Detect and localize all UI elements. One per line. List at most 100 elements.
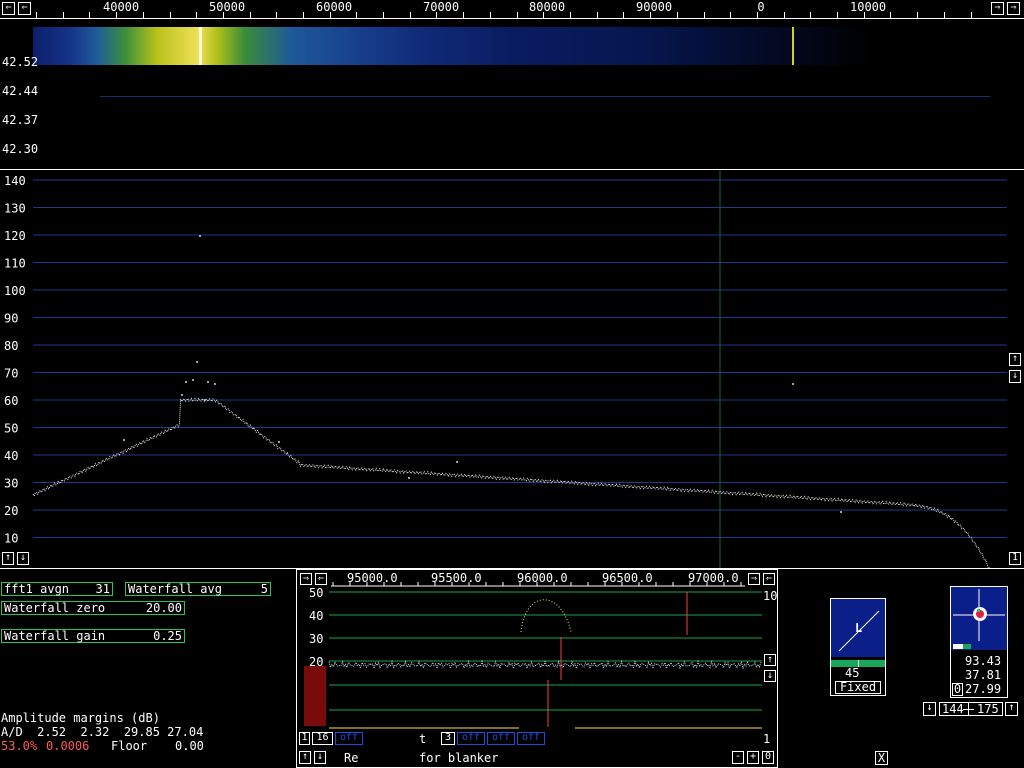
waterfall-trace	[100, 96, 990, 97]
meter-l-panel[interactable]: L 45 Fixed	[830, 598, 886, 696]
bb-y-tick-label: 40	[309, 609, 323, 623]
top-axis-tick-label: 80000	[529, 0, 566, 14]
spectrum-corner-button[interactable]: 1	[1009, 552, 1021, 565]
top-axis-tick	[944, 12, 945, 18]
range-up-button[interactable]: ↑	[1005, 702, 1018, 716]
bb-x-tick-label: 96500.0	[602, 571, 653, 585]
y-tick-label: 20	[4, 504, 18, 518]
top-axis-tick	[36, 12, 37, 18]
bb-left-arrow-2[interactable]: ⇐	[763, 573, 775, 585]
bb-x-tick-label: 95000.0	[347, 571, 398, 585]
spectrum-point	[207, 381, 209, 383]
bb-right-label-10: 10	[763, 589, 777, 603]
top-axis-tick	[623, 12, 624, 18]
fft1-avgn-control[interactable]: fft1 avgn 31	[1, 582, 113, 596]
top-axis-tick	[890, 12, 891, 18]
bb-row1-off4[interactable]: off	[517, 732, 545, 745]
top-axis-tick-label: 70000	[423, 0, 460, 14]
bb-x-tick-label: 97000.0	[688, 571, 739, 585]
scroll-right-button[interactable]: ⇒	[991, 2, 1004, 15]
meter-l-mode-button[interactable]: Fixed	[835, 681, 881, 694]
scroll-left-button[interactable]: ⇐	[2, 2, 15, 15]
bb-row1-btn16[interactable]: 16	[312, 732, 333, 745]
top-axis-tick	[410, 12, 411, 18]
top-axis-tick	[196, 12, 197, 18]
top-axis-tick	[89, 12, 90, 18]
top-axis-tick-label: 0	[757, 0, 765, 14]
bb-row2-down[interactable]: ↓	[314, 751, 326, 764]
spectrum-trace	[32, 397, 991, 568]
scroll-left-button-2[interactable]: ⇐	[18, 2, 31, 15]
spectrum-up-button[interactable]: ↑	[1009, 353, 1021, 366]
waterfall-avg-control[interactable]: Waterfall avg 5	[125, 582, 271, 596]
bb-y-tick-label: 50	[309, 586, 323, 600]
waterfall-zero-value: 20.00	[145, 601, 182, 615]
spectrum-point	[840, 511, 842, 513]
bb-row1-off2[interactable]: off	[457, 732, 485, 745]
top-axis-tick	[463, 12, 464, 18]
bb-up-button[interactable]: ↑	[764, 654, 776, 666]
waterfall-time-1: 42.44	[2, 84, 39, 98]
top-axis-tick	[730, 12, 731, 18]
y-tick-label: 70	[4, 367, 18, 381]
bb-row1-off3[interactable]: off	[487, 732, 515, 745]
waterfall-time-3: 42.30	[2, 142, 39, 156]
y-tick-label: 90	[4, 312, 18, 326]
bb-down-button[interactable]: ↓	[764, 670, 776, 682]
y-tick-label: 110	[4, 257, 26, 271]
top-axis-tick	[116, 12, 117, 18]
top-axis-tick	[303, 12, 304, 18]
waterfall-peak-line	[199, 27, 202, 65]
bb-row1-off1[interactable]: off	[335, 732, 363, 745]
bb-row2-zero[interactable]: 0	[762, 751, 774, 764]
waterfall-panel[interactable]: 42.52 42.44 42.37 42.30	[0, 19, 1024, 170]
waterfall-marker	[792, 27, 794, 65]
spectrum-point	[196, 361, 198, 363]
waterfall-gain-control[interactable]: Waterfall gain 0.25	[1, 629, 185, 643]
bb-row2-plus[interactable]: +	[747, 751, 759, 764]
bb-right-arrow-1[interactable]: ⇒	[300, 573, 312, 585]
meter-l-value: 45	[845, 666, 860, 680]
waterfall-time-2: 42.37	[2, 113, 39, 127]
top-axis-tick-label: 50000	[209, 0, 246, 14]
meter-r-face	[951, 587, 1007, 643]
baseband-panel[interactable]: 95000.0 95500.0 96000.0 96500.0 97000.0 50 40 3…	[296, 569, 778, 768]
bb-row1-3[interactable]: 3	[441, 732, 455, 745]
top-axis-tick	[517, 12, 518, 18]
meter-r-panel[interactable]: 93.43 37.81 0 27.99	[950, 586, 1008, 698]
waterfall-zero-control[interactable]: Waterfall zero 20.00	[1, 601, 185, 615]
top-axis-tick	[170, 12, 171, 18]
close-button[interactable]: X	[875, 751, 888, 765]
top-axis-tick-label: 10000	[850, 0, 887, 14]
top-axis-tick	[330, 12, 331, 18]
top-axis-tick-label: 90000	[636, 0, 673, 14]
top-axis-tick	[704, 12, 705, 18]
bb-y-tick-label: 30	[309, 632, 323, 646]
fft1-avgn-label: fft1 avgn	[4, 582, 70, 596]
spectrum-panel[interactable]: 140 130 120 110 100 90 80 70 60 50 40 30 20 10 ↑ ↓ ↑ …	[0, 170, 1024, 569]
amplitude-percent: 53.0%	[1, 739, 38, 753]
range-control[interactable]: ↓ 144 175 ↑	[923, 701, 1019, 717]
spectrum-down-button[interactable]: ↓	[1009, 370, 1021, 383]
scroll-right-button-2[interactable]: ⇒	[1007, 2, 1020, 15]
spectrum-left-down-button[interactable]: ↓	[17, 552, 29, 565]
bb-row2-up[interactable]: ↑	[299, 751, 311, 764]
top-axis-tick	[837, 12, 838, 18]
bb-right-arrow-2[interactable]: ⇒	[748, 573, 760, 585]
bb-left-arrow-1[interactable]: ⇐	[315, 573, 327, 585]
waterfall-image-tail	[493, 27, 873, 65]
range-down-button[interactable]: ↓	[923, 702, 936, 716]
spectrum-point	[192, 379, 194, 381]
y-tick-label: 60	[4, 394, 18, 408]
top-axis-tick	[276, 12, 277, 18]
bb-row1-t: t	[419, 732, 427, 746]
meter-l-face: L	[831, 599, 885, 657]
top-axis-tick	[356, 12, 357, 18]
bb-row2-minus[interactable]: -	[732, 751, 744, 764]
waterfall-avg-label: Waterfall avg	[128, 582, 222, 596]
bb-row1-btn1[interactable]: 1	[299, 732, 310, 745]
spectrum-point	[123, 439, 125, 441]
spectrum-left-up-button[interactable]: ↑	[2, 552, 14, 565]
floor-value: 0.00	[175, 739, 204, 753]
meter-r-zero-button[interactable]: 0	[952, 683, 963, 696]
